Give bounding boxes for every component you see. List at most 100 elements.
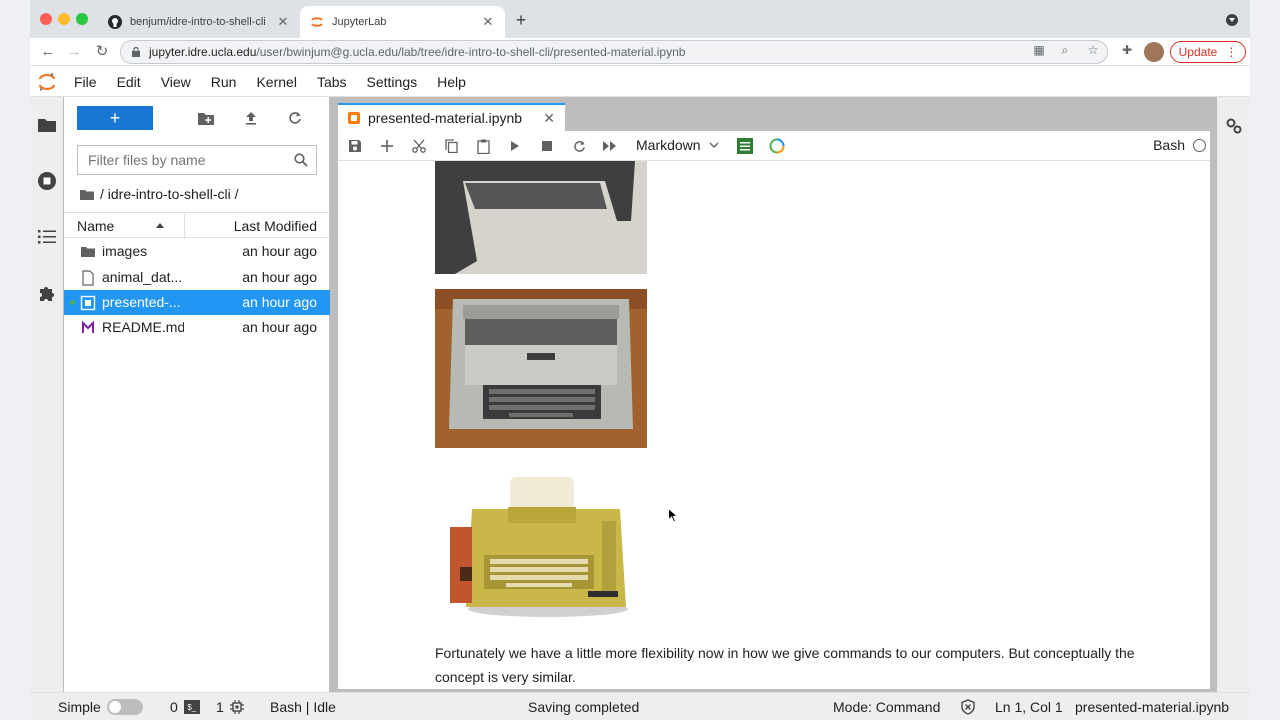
close-tab-icon[interactable]: ✕ — [276, 14, 290, 30]
file-modified: an hour ago — [242, 243, 317, 259]
menu-run[interactable]: Run — [201, 74, 247, 90]
menu-view[interactable]: View — [151, 74, 201, 90]
insert-cell-icon[interactable] — [376, 135, 398, 157]
file-list-header: Name Last Modified — [64, 212, 330, 239]
file-row-selected[interactable]: presented-... an hour ago — [64, 290, 330, 315]
toggle-switch[interactable] — [106, 699, 143, 715]
new-launcher-button[interactable]: + — [77, 106, 153, 130]
browser-tab-title: JupyterLab — [332, 16, 387, 28]
column-name-header[interactable]: Name — [77, 218, 114, 234]
simple-mode-label: Simple — [58, 699, 101, 715]
folder-icon[interactable] — [80, 189, 94, 200]
kernel-count[interactable]: 1 — [216, 699, 244, 715]
tab-notebook[interactable]: presented-material.ipynb ✕ — [338, 103, 565, 131]
column-modified-header[interactable]: Last Modified — [234, 218, 317, 234]
browser-tab-github[interactable]: benjum/idre-intro-to-shell-cli ✕ — [98, 6, 300, 38]
tab-search-icon[interactable] — [1226, 14, 1238, 26]
notebook-icon — [80, 295, 96, 311]
paste-icon[interactable] — [472, 135, 494, 157]
search-icon — [294, 153, 308, 167]
extension-manager-icon[interactable] — [36, 283, 58, 305]
save-icon[interactable] — [344, 135, 366, 157]
update-label: Update — [1178, 45, 1218, 59]
kernels-count: 1 — [216, 699, 224, 715]
reload-icon[interactable]: ↻ — [92, 41, 112, 61]
new-folder-icon[interactable] — [195, 107, 217, 129]
file-modified: an hour ago — [242, 294, 317, 310]
restart-kernel-icon[interactable] — [568, 135, 590, 157]
file-name: presented-... — [102, 294, 181, 310]
filter-files-input[interactable] — [88, 152, 294, 168]
terminal-icon: $_ — [183, 700, 200, 714]
close-tab-icon[interactable]: ✕ — [481, 14, 495, 30]
notebook-icon — [348, 112, 360, 124]
run-icon[interactable] — [504, 135, 526, 157]
restart-run-all-icon[interactable] — [599, 135, 621, 157]
jupyter-menu-bar: File Edit View Run Kernel Tabs Settings … — [30, 67, 1250, 97]
update-button[interactable]: Update ⋮ — [1170, 41, 1246, 63]
notebook-tab-title: presented-material.ipynb — [368, 110, 523, 126]
file-icon — [82, 270, 94, 286]
profile-avatar[interactable] — [1144, 42, 1164, 62]
folder-icon[interactable] — [36, 113, 58, 135]
terminals-count: 0 — [170, 699, 178, 715]
jupyter-icon — [310, 15, 324, 29]
extensions-icon[interactable]: ✚ — [1118, 41, 1136, 59]
trusted-shield-icon[interactable] — [960, 699, 976, 715]
breadcrumb-path[interactable]: / idre-intro-to-shell-cli / — [100, 186, 238, 202]
menu-settings[interactable]: Settings — [357, 74, 428, 90]
new-tab-icon[interactable]: + — [512, 10, 530, 31]
menu-help[interactable]: Help — [427, 74, 476, 90]
image-ibm-selectric — [435, 289, 647, 448]
file-name: images — [102, 243, 148, 259]
minimize-window-button[interactable] — [58, 13, 70, 25]
bookmark-star-icon[interactable]: ☆ — [1084, 41, 1102, 59]
file-name: README.md — [102, 319, 184, 335]
kernel-indicator[interactable]: Bash — [1153, 137, 1206, 153]
cursor-position[interactable]: Ln 1, Col 1 — [995, 699, 1063, 715]
filter-files-input-wrapper — [77, 145, 317, 175]
file-modified: an hour ago — [242, 269, 317, 285]
column-divider[interactable] — [184, 213, 185, 239]
menu-tabs[interactable]: Tabs — [307, 74, 357, 90]
menu-edit[interactable]: Edit — [107, 74, 151, 90]
kernel-status[interactable]: Bash | Idle — [270, 699, 336, 715]
upload-icon[interactable] — [240, 107, 262, 129]
refresh-icon[interactable] — [284, 107, 306, 129]
terminal-count[interactable]: 0 $_ — [170, 699, 200, 715]
file-row[interactable]: images an hour ago — [64, 239, 330, 264]
browser-toolbar: ← → ↻ jupyter.idre.ucla.edu /user/bwinju… — [30, 38, 1250, 66]
property-inspector-gear-icon[interactable] — [1223, 115, 1245, 137]
image-teletype-machine — [450, 471, 640, 619]
forward-arrow-icon[interactable]: → — [64, 41, 84, 61]
close-icon[interactable]: ✕ — [543, 110, 555, 127]
zoom-window-button[interactable] — [76, 13, 88, 25]
simple-mode-toggle[interactable]: Simple — [58, 699, 143, 715]
file-row[interactable]: animal_dat... an hour ago — [64, 265, 330, 290]
sort-ascending-icon — [156, 223, 164, 228]
qr-code-icon[interactable]: ▦ — [1030, 41, 1048, 59]
back-arrow-icon[interactable]: ← — [38, 41, 58, 61]
menu-file[interactable]: File — [64, 74, 107, 90]
cell-type-dropdown[interactable]: Markdown — [636, 137, 719, 153]
running-sessions-icon[interactable] — [36, 170, 58, 192]
save-status: Saving completed — [528, 699, 640, 715]
browser-tab-jupyterlab[interactable]: JupyterLab ✕ — [300, 6, 505, 38]
browser-window: benjum/idre-intro-to-shell-cli ✕ Jupyter… — [30, 0, 1250, 720]
notebook-toolbar: Markdown Bash — [338, 131, 1210, 161]
markdown-icon — [82, 320, 94, 333]
address-bar[interactable]: jupyter.idre.ucla.edu /user/bwinjum@g.uc… — [120, 40, 1108, 64]
file-row[interactable]: README.md an hour ago — [64, 315, 330, 340]
property-inspector-icon[interactable] — [734, 135, 756, 157]
breadcrumb: / idre-intro-to-shell-cli / — [80, 186, 238, 202]
running-indicator — [70, 300, 75, 305]
cut-icon[interactable] — [408, 135, 430, 157]
copy-icon[interactable] — [440, 135, 462, 157]
main-dock-area: presented-material.ipynb ✕ Markdown Bash… — [330, 97, 1216, 692]
menu-kernel[interactable]: Kernel — [246, 74, 306, 90]
browser-tab-title: benjum/idre-intro-to-shell-cli — [130, 16, 266, 28]
close-window-button[interactable] — [40, 13, 52, 25]
stop-icon[interactable] — [536, 135, 558, 157]
table-of-contents-icon[interactable] — [36, 226, 58, 248]
zoom-icon[interactable]: ⌕ — [1056, 41, 1074, 59]
